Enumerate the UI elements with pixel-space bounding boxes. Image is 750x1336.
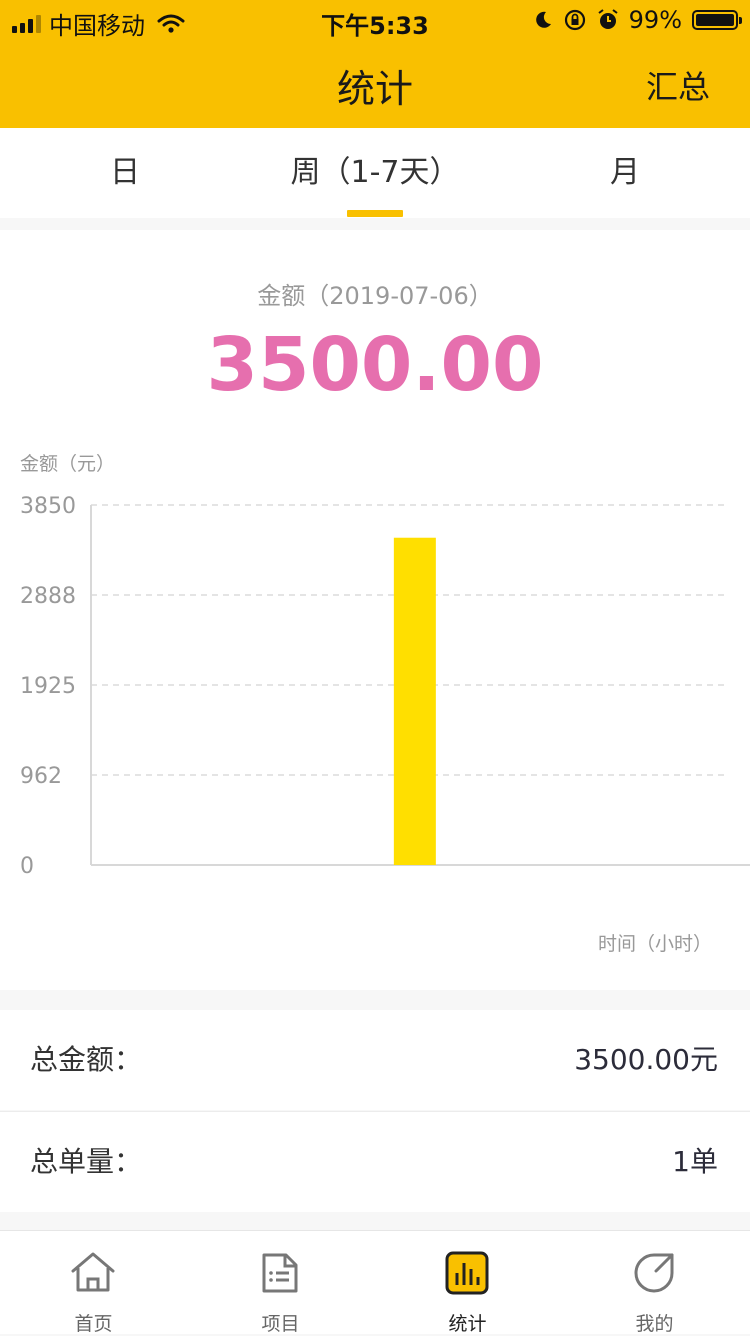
battery-icon: [692, 10, 742, 30]
bottom-tab-bar: 首页 项目 统计 我的: [0, 1230, 750, 1335]
rotation-lock-icon: [564, 9, 585, 31]
active-tab-indicator: [347, 210, 403, 217]
folder-list-icon: [262, 1253, 298, 1293]
tab-week[interactable]: 周（1-7天）: [250, 128, 500, 218]
total-orders-value: 1单: [672, 1145, 718, 1178]
tabbar-projects-label: 项目: [261, 1313, 300, 1335]
tabbar-stats-label: 统计: [448, 1313, 487, 1335]
y-tick-label: 1925: [20, 674, 76, 699]
y-tick-label: 2888: [20, 584, 76, 609]
total-amount-value: 3500.00元: [574, 1043, 718, 1076]
y-axis-label: 金额（元）: [20, 453, 115, 475]
profile-leaf-icon: [634, 1253, 674, 1293]
bar-chart: 金额（元） 时间（小时） 0 962 1925 2888 3850: [20, 453, 750, 955]
status-right-group: 99%: [533, 6, 742, 34]
period-tabs: 日 周（1-7天） 月: [0, 128, 750, 218]
moon-icon: [535, 11, 551, 28]
total-orders-key: 总单量：: [30, 1145, 143, 1178]
summary-button[interactable]: 汇总: [646, 62, 710, 108]
tabbar-home-label: 首页: [74, 1313, 113, 1335]
tab-day[interactable]: 日: [0, 128, 250, 218]
top-bar: 中国移动 下午5:33 99% 统计 汇总: [0, 0, 750, 128]
y-tick-label: 3850: [20, 494, 76, 519]
tabbar-mine[interactable]: 我的: [561, 1231, 748, 1335]
tabbar-projects[interactable]: 项目: [187, 1231, 374, 1335]
y-tick-label: 0: [20, 854, 34, 879]
page-title: 统计: [336, 67, 413, 111]
chart-bar: [393, 537, 436, 865]
y-tick-label: 962: [20, 764, 62, 789]
battery-percent: 99%: [628, 6, 682, 34]
tabbar-mine-label: 我的: [635, 1313, 674, 1335]
tabbar-stats[interactable]: 统计: [374, 1231, 561, 1335]
x-axis-label: 时间（小时）: [598, 933, 712, 955]
total-amount-row: 总金额： 3500.00元: [0, 1010, 750, 1110]
tabbar-home[interactable]: 首页: [0, 1231, 187, 1335]
bar-chart-icon: [445, 1251, 489, 1295]
chart-card: 金额（2019-07-06） 3500.00 金额（元） 时间（小时） 0 962…: [0, 230, 750, 990]
total-orders-row: 总单量： 1单: [0, 1112, 750, 1212]
status-bar: 中国移动 下午5:33 99%: [0, 0, 750, 40]
battery-level: [696, 14, 734, 26]
tab-month[interactable]: 月: [500, 128, 750, 218]
home-icon: [71, 1252, 115, 1292]
total-amount-key: 总金额：: [30, 1043, 143, 1076]
alarm-icon: [598, 9, 618, 29]
